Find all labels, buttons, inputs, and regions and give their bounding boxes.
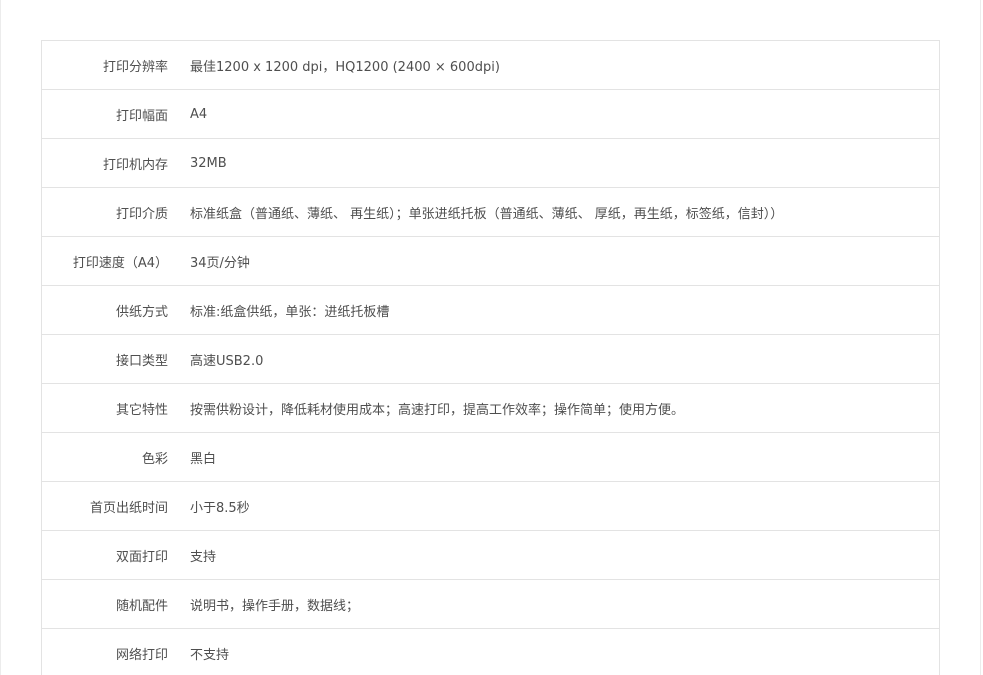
spec-label: 打印分辨率 — [41, 40, 168, 90]
spec-value: 小于8.5秒 — [168, 481, 940, 531]
spec-value: 支持 — [168, 530, 940, 580]
spec-row-accessories: 随机配件 说明书，操作手册，数据线； — [41, 579, 940, 629]
spec-value: 高速USB2.0 — [168, 334, 940, 384]
spec-label: 打印速度（A4） — [41, 236, 168, 286]
spec-value: 32MB — [168, 138, 940, 188]
spec-row-network: 网络打印 不支持 — [41, 628, 940, 675]
spec-row-paper-feed: 供纸方式 标准:纸盒供纸，单张：进纸托板槽 — [41, 285, 940, 335]
page-right-border — [980, 0, 981, 675]
spec-label: 双面打印 — [41, 530, 168, 580]
spec-value: A4 — [168, 89, 940, 139]
spec-row-print-speed: 打印速度（A4） 34页/分钟 — [41, 236, 940, 286]
spec-value: 标准:纸盒供纸，单张：进纸托板槽 — [168, 285, 940, 335]
spec-label: 色彩 — [41, 432, 168, 482]
spec-value: 说明书，操作手册，数据线； — [168, 579, 940, 629]
spec-label: 随机配件 — [41, 579, 168, 629]
spec-value: 按需供粉设计，降低耗材使用成本；高速打印，提高工作效率；操作简单；使用方便。 — [168, 383, 940, 433]
spec-row-resolution: 打印分辨率 最佳1200 x 1200 dpi，HQ1200 (2400 × 6… — [41, 40, 940, 90]
spec-label: 首页出纸时间 — [41, 481, 168, 531]
spec-row-interface: 接口类型 高速USB2.0 — [41, 334, 940, 384]
spec-label: 打印介质 — [41, 187, 168, 237]
spec-value: 标准纸盒（普通纸、薄纸、 再生纸）；单张进纸托板（普通纸、薄纸、 厚纸，再生纸，… — [168, 187, 940, 237]
spec-row-first-page-out: 首页出纸时间 小于8.5秒 — [41, 481, 940, 531]
spec-label: 打印幅面 — [41, 89, 168, 139]
spec-label: 其它特性 — [41, 383, 168, 433]
spec-row-memory: 打印机内存 32MB — [41, 138, 940, 188]
spec-value: 34页/分钟 — [168, 236, 940, 286]
spec-table: 打印分辨率 最佳1200 x 1200 dpi，HQ1200 (2400 × 6… — [41, 40, 940, 675]
spec-label: 接口类型 — [41, 334, 168, 384]
spec-row-paper-size: 打印幅面 A4 — [41, 89, 940, 139]
spec-row-color: 色彩 黑白 — [41, 432, 940, 482]
spec-value: 最佳1200 x 1200 dpi，HQ1200 (2400 × 600dpi) — [168, 40, 940, 90]
page-left-border — [0, 0, 1, 675]
spec-label: 供纸方式 — [41, 285, 168, 335]
spec-label: 网络打印 — [41, 628, 168, 675]
spec-row-duplex: 双面打印 支持 — [41, 530, 940, 580]
spec-value: 黑白 — [168, 432, 940, 482]
spec-value: 不支持 — [168, 628, 940, 675]
spec-row-other-features: 其它特性 按需供粉设计，降低耗材使用成本；高速打印，提高工作效率；操作简单；使用… — [41, 383, 940, 433]
spec-label: 打印机内存 — [41, 138, 168, 188]
spec-row-media: 打印介质 标准纸盒（普通纸、薄纸、 再生纸）；单张进纸托板（普通纸、薄纸、 厚纸… — [41, 187, 940, 237]
